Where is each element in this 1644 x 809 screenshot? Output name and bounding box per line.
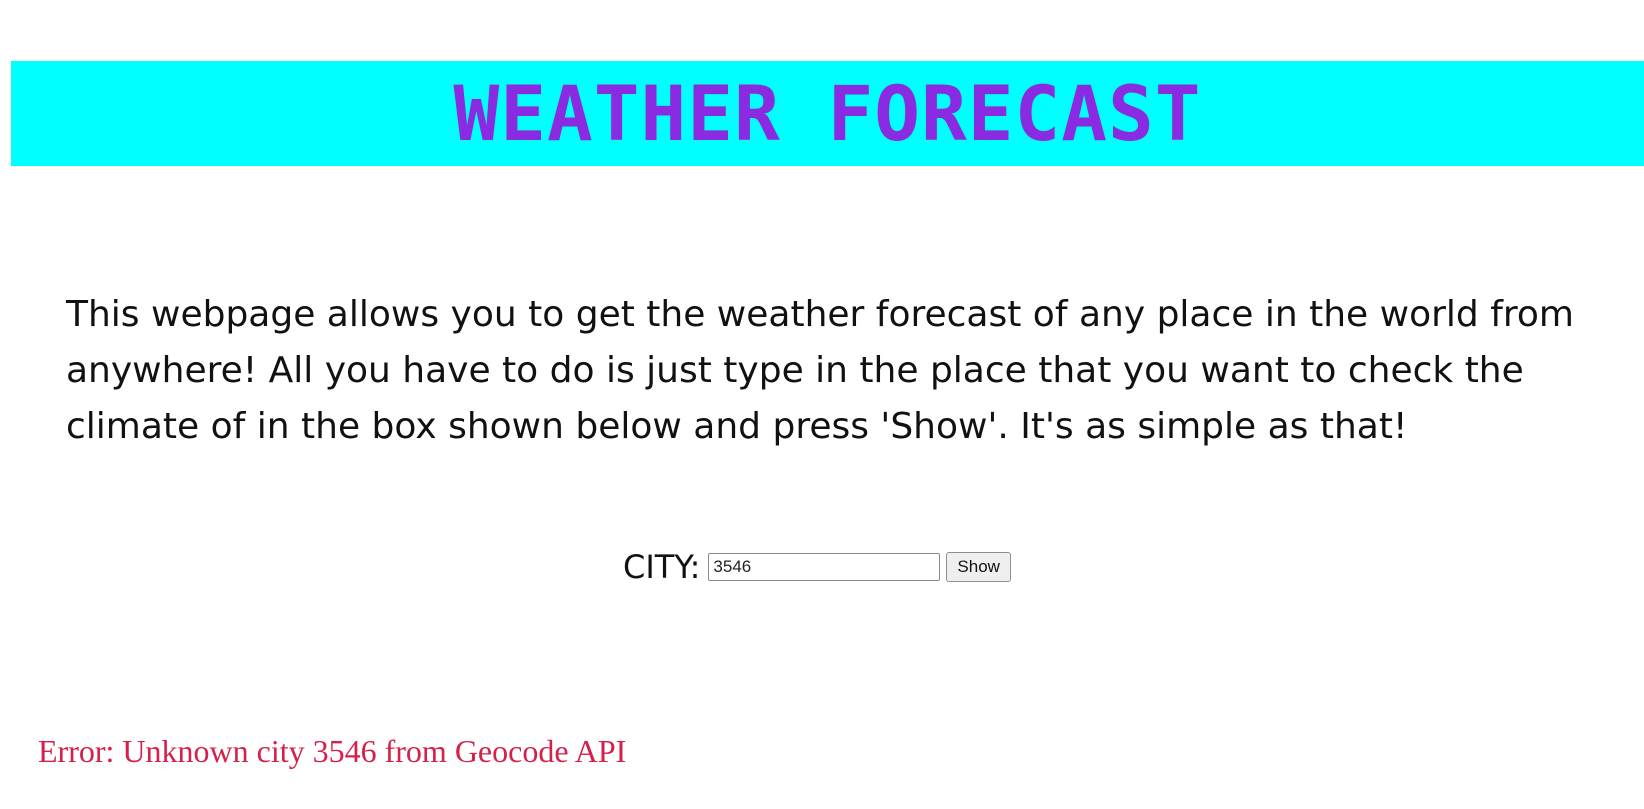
city-label: CITY: [623,548,701,586]
page-title: WEATHER FORECAST [453,68,1202,158]
error-message: Error: Unknown city 3546 from Geocode AP… [38,733,627,769]
city-input[interactable] [708,553,941,581]
city-form: CITY: Show [623,548,1011,586]
weather-page: WEATHER FORECAST This webpage allows you… [0,0,1644,809]
header-banner: WEATHER FORECAST [11,61,1644,166]
show-button[interactable]: Show [946,552,1011,582]
intro-text: This webpage allows you to get the weath… [66,294,1574,447]
